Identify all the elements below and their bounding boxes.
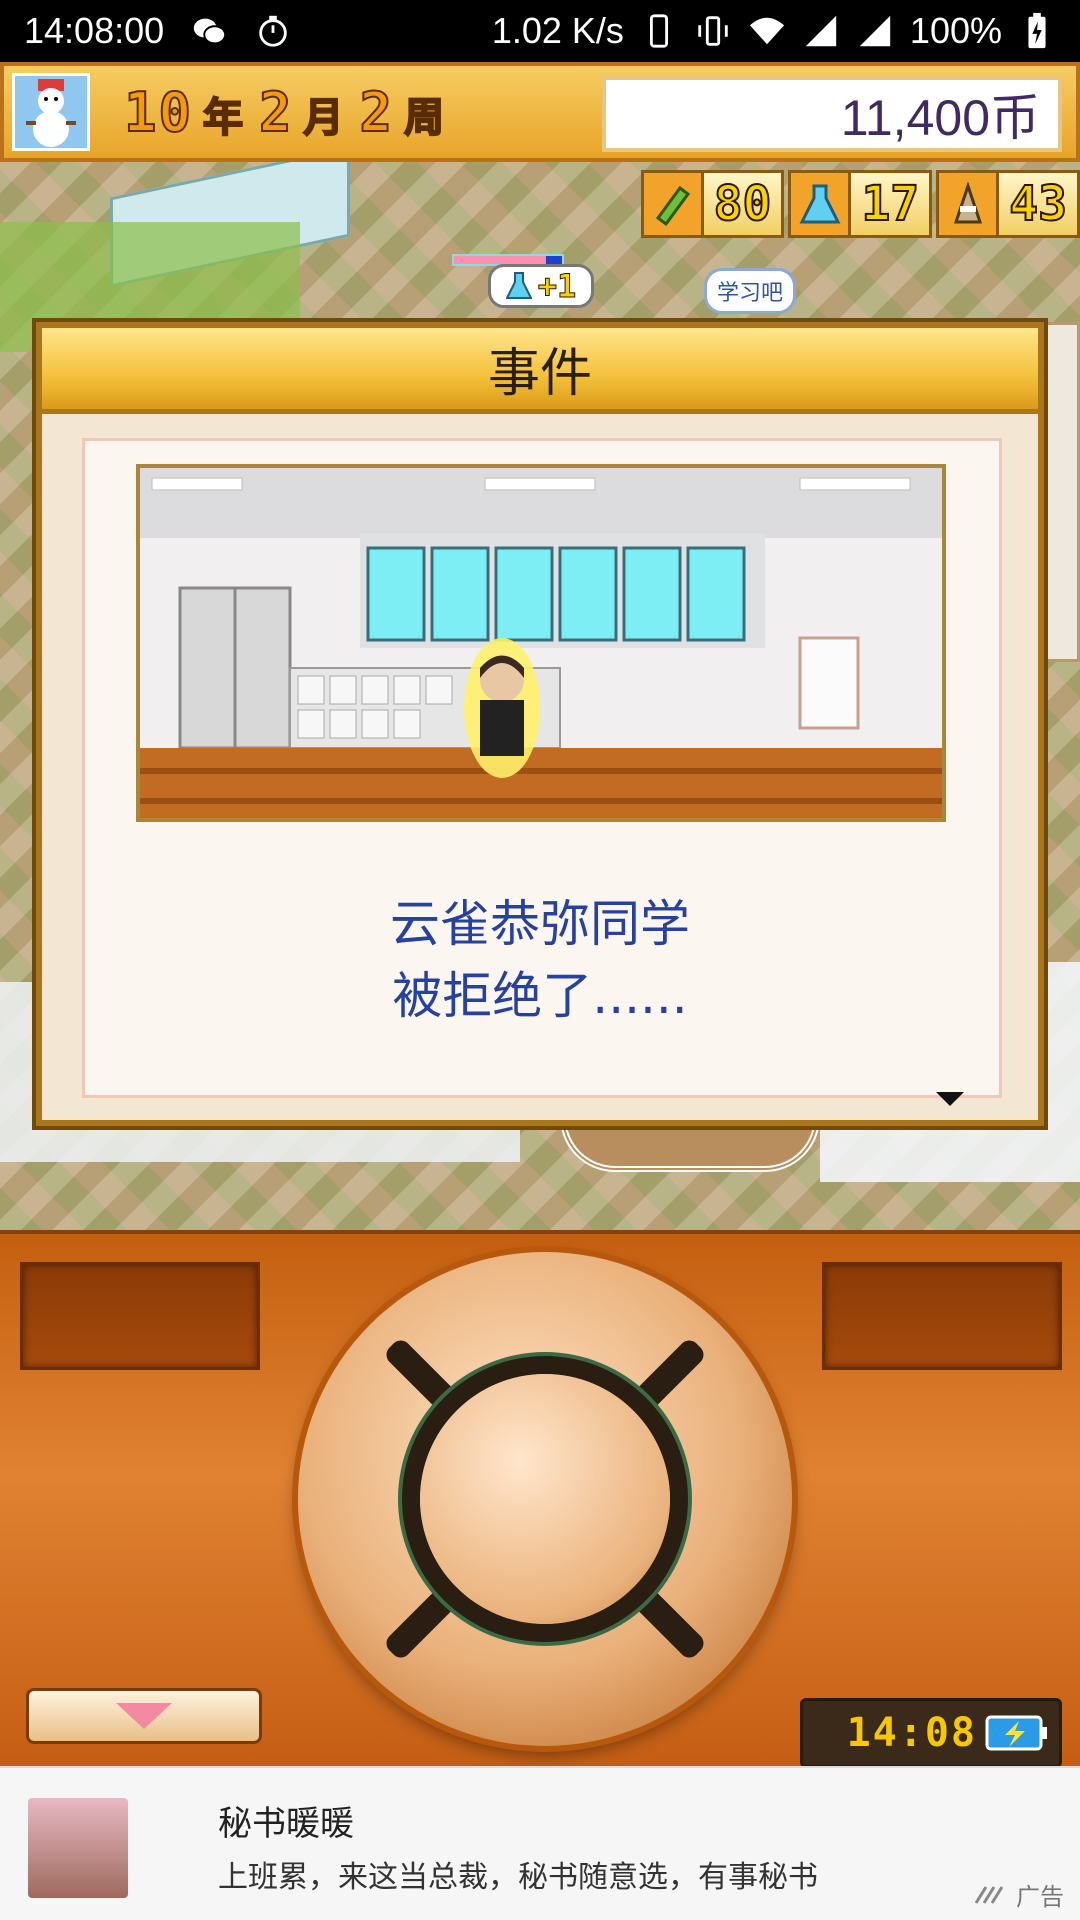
stat-study: 80 — [640, 170, 785, 238]
stats-panel: 80 17 43 — [640, 170, 1080, 238]
pencil-icon — [643, 173, 704, 235]
week-unit: 周 — [403, 94, 445, 142]
triangle-down-icon — [116, 1703, 172, 1729]
game-top-bar: 10 年 2 月 2 周 11,400币 — [0, 62, 1080, 162]
stat-study-value: 80 — [713, 175, 773, 233]
ad-description: 上班累，来这当总裁，秘书随意选，有事秘书 — [218, 1860, 818, 1895]
app-screen: 14:08:00 1.02 K/s 100% 10 年 2 月 2 周 11,4 — [0, 0, 1080, 1920]
coin-balance: 11,400币 — [602, 76, 1062, 152]
virtual-controller: 14:08 — [0, 1230, 1080, 1768]
event-message-line2: 被拒绝了...... — [392, 967, 688, 1025]
game-date: 10 年 2 月 2 周 — [123, 80, 450, 145]
research-gain-bubble: +1 — [488, 264, 594, 308]
study-progress-fill — [454, 256, 546, 264]
snowman-avatar-icon[interactable] — [12, 73, 90, 151]
gain-value: +1 — [537, 267, 577, 306]
week-number: 2 — [359, 80, 395, 145]
ad-avatar — [28, 1798, 128, 1898]
vibrate-icon — [698, 16, 728, 46]
stat-sport: 43 — [936, 170, 1080, 238]
stat-research-value: 17 — [860, 175, 920, 233]
event-message-line1: 云雀恭弥同学 — [390, 895, 690, 953]
ad-logo-icon — [974, 1885, 1004, 1904]
event-dialog-title: 事件 — [42, 328, 1038, 414]
study-speech-bubble: 学习吧 — [704, 268, 797, 314]
battery-charging-icon — [1028, 12, 1046, 49]
status-time: 14:08:00 — [24, 10, 165, 51]
flask-icon — [791, 173, 852, 235]
stat-sport-value: 43 — [1008, 175, 1068, 233]
event-message: 云雀恭弥同学 被拒绝了...... — [42, 888, 1038, 1032]
timer-icon — [259, 15, 287, 47]
network-speed: 1.02 K/s — [491, 10, 624, 51]
left-shoulder-button[interactable] — [20, 1262, 260, 1370]
dpad[interactable] — [298, 1252, 792, 1746]
trophy-icon — [939, 173, 1000, 235]
collapse-button[interactable] — [26, 1688, 262, 1744]
event-dialog[interactable]: 事件 云雀恭弥同学 被拒绝了...... — [36, 322, 1044, 1126]
ad-title: 秘书暖暖 — [218, 1804, 354, 1844]
year-number: 10 — [123, 80, 194, 145]
campus-map[interactable]: +1 学习吧 80 17 43 事件 云雀恭弥同学 被拒绝了...... — [0, 162, 1080, 1230]
ad-tag: 广告 — [974, 1877, 1064, 1912]
flask-icon — [505, 272, 532, 299]
signal-icon-2 — [859, 15, 891, 47]
battery-icon — [985, 1715, 1047, 1751]
battery-percent: 100% — [909, 10, 1002, 51]
clock-time: 14:08 — [846, 1710, 977, 1756]
ad-banner[interactable]: 秘书暖暖 上班累，来这当总裁，秘书随意选，有事秘书 广告 — [0, 1766, 1080, 1920]
wechat-icon — [193, 18, 227, 45]
stat-research: 17 — [788, 170, 933, 238]
event-scene-image — [136, 464, 946, 822]
game-clock: 14:08 — [800, 1698, 1062, 1768]
right-shoulder-button[interactable] — [822, 1262, 1062, 1370]
month-unit: 月 — [303, 94, 345, 142]
status-bar: 14:08:00 1.02 K/s 100% — [0, 0, 1080, 62]
wifi-icon — [749, 17, 785, 45]
month-number: 2 — [258, 80, 294, 145]
dpad-center-button[interactable] — [420, 1374, 670, 1624]
ad-tag-label: 广告 — [1016, 1883, 1064, 1911]
signal-icon — [805, 15, 837, 47]
year-unit: 年 — [202, 94, 244, 142]
next-page-arrow-icon[interactable] — [936, 1092, 964, 1106]
phone-icon — [649, 14, 668, 48]
